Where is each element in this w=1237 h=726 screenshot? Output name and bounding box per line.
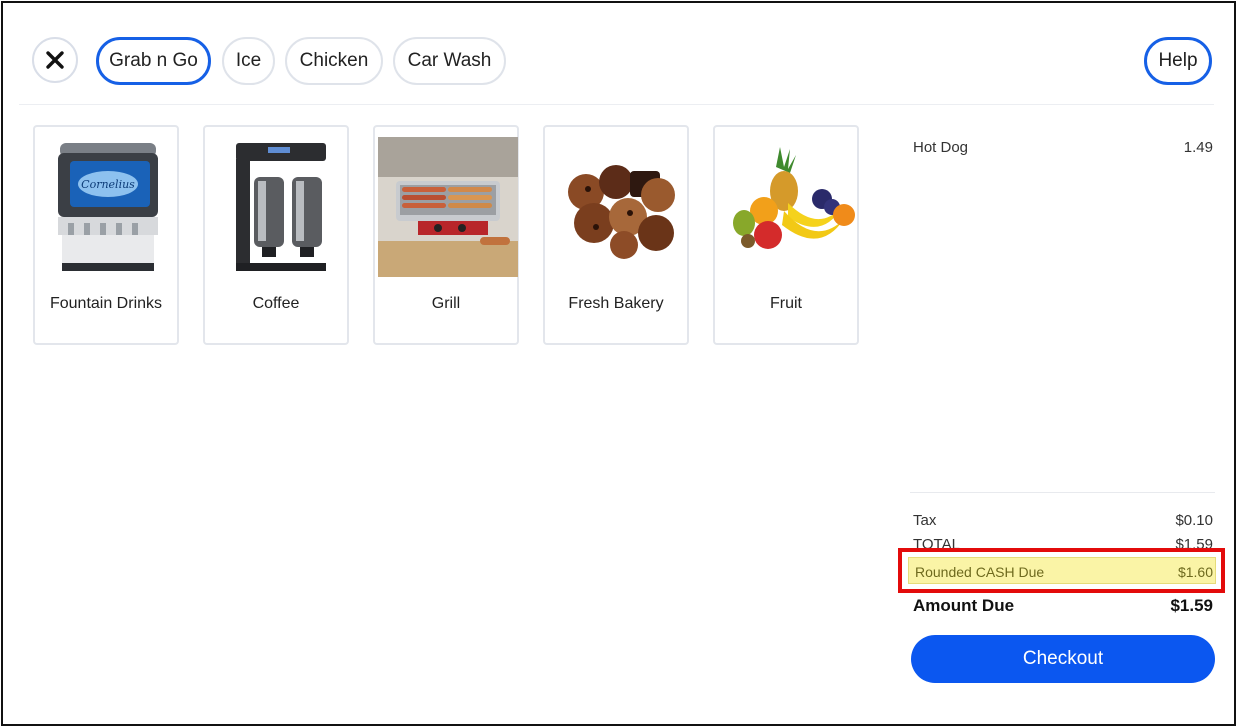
- amount-due-value: $1.59: [1170, 596, 1213, 615]
- product-tile-label: Coffee: [252, 295, 300, 312]
- category-chip-label: Ice: [235, 50, 262, 71]
- product-tile-label: Fruit: [770, 295, 802, 312]
- fruit-assortment-icon: [733, 147, 855, 249]
- product-tile-label: Fountain Drinks: [49, 295, 163, 312]
- topbar-divider: [19, 104, 1214, 105]
- product-tile-grill[interactable]: Grill: [373, 125, 519, 345]
- total-row: TOTAL $1.59: [911, 536, 1216, 548]
- coffee-brewer-icon: [236, 143, 326, 271]
- category-chip-grab-n-go[interactable]: Grab n Go: [96, 37, 211, 85]
- product-tile-fruit[interactable]: Fruit: [713, 125, 859, 345]
- category-chip-car-wash[interactable]: Car Wash: [393, 37, 506, 85]
- product-tile-fountain-drinks[interactable]: Cornelius Fountain Drinks: [33, 125, 179, 345]
- category-bar: Grab n Go Ice Chicken Car Wash Help: [3, 3, 1234, 105]
- fountain-drink-machine-icon: Cornelius: [58, 143, 158, 271]
- annotation-highlight-box: [898, 548, 1225, 593]
- tax-label: Tax: [913, 512, 937, 529]
- product-tile-label: Fresh Bakery: [568, 295, 664, 312]
- product-tile-coffee[interactable]: Coffee: [203, 125, 349, 345]
- muffins-and-brownies-icon: [568, 165, 675, 259]
- checkout-button[interactable]: Checkout: [911, 635, 1215, 683]
- total-value: $1.59: [1175, 536, 1213, 548]
- tax-value: $0.10: [1175, 512, 1213, 529]
- close-icon: [46, 51, 64, 69]
- cart-item-name[interactable]: Hot Dog: [913, 139, 968, 156]
- product-tile-fresh-bakery[interactable]: Fresh Bakery: [543, 125, 689, 345]
- category-chip-ice[interactable]: Ice: [222, 37, 275, 85]
- help-button-label: Help: [1158, 50, 1198, 71]
- checkout-button-label: Checkout: [1022, 648, 1104, 669]
- category-chip-label: Car Wash: [407, 50, 492, 71]
- svg-text:Cornelius: Cornelius: [81, 178, 135, 191]
- category-chip-label: Chicken: [299, 50, 369, 71]
- cart-divider: [910, 492, 1215, 493]
- category-chip-chicken[interactable]: Chicken: [285, 37, 383, 85]
- pos-screen: Grab n Go Ice Chicken Car Wash Help Corn…: [1, 1, 1236, 726]
- close-button[interactable]: [32, 37, 78, 83]
- hot-dog-roller-grill-icon: [378, 137, 518, 277]
- product-tile-label: Grill: [431, 295, 461, 312]
- total-label: TOTAL: [913, 536, 960, 548]
- amount-due-label: Amount Due: [913, 596, 1015, 615]
- help-button[interactable]: Help: [1144, 37, 1212, 85]
- category-chip-label: Grab n Go: [109, 50, 198, 71]
- cart-item-price: 1.49: [1183, 139, 1213, 156]
